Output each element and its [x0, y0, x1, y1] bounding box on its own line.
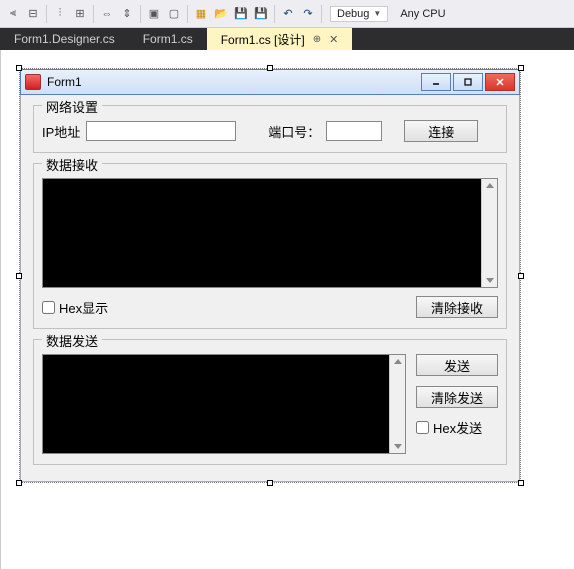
group-receive-legend: 数据接收: [42, 155, 102, 174]
resize-handle[interactable]: [518, 65, 524, 71]
config-debug-dropdown[interactable]: Debug ▼: [330, 6, 388, 22]
send-button[interactable]: 发送: [416, 354, 498, 376]
pin-icon[interactable]: ⊕: [313, 34, 321, 45]
clear-receive-button[interactable]: 清除接收: [416, 296, 498, 318]
group-network-legend: 网络设置: [42, 97, 102, 116]
group-network: 网络设置 IP地址 端口号： 连接: [33, 105, 507, 153]
clear-send-button[interactable]: 清除发送: [416, 386, 498, 408]
hex-send-label: Hex发送: [433, 418, 482, 437]
resize-handle[interactable]: [267, 480, 273, 486]
tab-designer-cs[interactable]: Form1.Designer.cs: [0, 28, 129, 50]
tab-label: Form1.Designer.cs: [14, 32, 115, 46]
connect-button[interactable]: 连接: [404, 120, 478, 142]
form-title: Form1: [47, 75, 419, 89]
send-textbox[interactable]: [42, 354, 406, 454]
form-icon: [25, 74, 41, 90]
config-cpu-dropdown[interactable]: Any CPU: [394, 7, 451, 21]
new-item-icon[interactable]: ▦: [192, 5, 210, 23]
hex-send-checkbox[interactable]: Hex发送: [416, 418, 498, 437]
bring-front-icon[interactable]: ▣: [145, 5, 163, 23]
size-width-icon[interactable]: ⇔: [98, 5, 116, 23]
resize-handle[interactable]: [518, 480, 524, 486]
hex-send-input[interactable]: [416, 421, 429, 434]
maximize-button[interactable]: [453, 73, 483, 91]
form-window[interactable]: Form1 网络设置 IP地址 端口号： 连接: [19, 68, 521, 483]
scrollbar[interactable]: [481, 179, 497, 287]
close-icon[interactable]: ✕: [329, 33, 338, 46]
ide-toolbar: ⫷ ⊟ ⫶ ⊞ ⇔ ⇕ ▣ ▢ ▦ 📂 💾 💾 ↶ ↷ Debug ▼ Any …: [0, 0, 574, 28]
form-body: 网络设置 IP地址 端口号： 连接 数据接收: [20, 95, 520, 482]
tab-label: Form1.cs: [143, 32, 193, 46]
ip-label: IP地址: [42, 122, 80, 141]
tab-label: Form1.cs [设计]: [221, 31, 305, 48]
form-titlebar: Form1: [20, 69, 520, 95]
tab-form-cs[interactable]: Form1.cs: [129, 28, 207, 50]
align-center-icon[interactable]: ⊟: [24, 5, 42, 23]
ip-input[interactable]: [86, 121, 236, 141]
align-left-icon[interactable]: ⫷: [4, 5, 22, 23]
resize-handle[interactable]: [267, 65, 273, 71]
undo-icon[interactable]: ↶: [279, 5, 297, 23]
port-input[interactable]: [326, 121, 382, 141]
scrollbar[interactable]: [389, 355, 405, 453]
group-receive: 数据接收 Hex显示 清除接收: [33, 163, 507, 329]
port-label: 端口号：: [268, 122, 320, 141]
close-button[interactable]: [485, 73, 515, 91]
resize-handle[interactable]: [16, 480, 22, 486]
document-tabstrip: Form1.Designer.cs Form1.cs Form1.cs [设计]…: [0, 28, 574, 50]
redo-icon[interactable]: ↷: [299, 5, 317, 23]
open-icon[interactable]: 📂: [212, 5, 230, 23]
chevron-down-icon: ▼: [373, 9, 381, 18]
group-send: 数据发送 发送 清除发送 Hex发送: [33, 339, 507, 465]
hex-display-label: Hex显示: [59, 298, 108, 317]
send-back-icon[interactable]: ▢: [165, 5, 183, 23]
align-middle-icon[interactable]: ⊞: [71, 5, 89, 23]
config-cpu-label: Any CPU: [400, 8, 445, 20]
resize-handle[interactable]: [518, 273, 524, 279]
minimize-button[interactable]: [421, 73, 451, 91]
hex-display-input[interactable]: [42, 301, 55, 314]
group-send-legend: 数据发送: [42, 331, 102, 350]
tab-form-design[interactable]: Form1.cs [设计] ⊕ ✕: [207, 28, 353, 50]
resize-handle[interactable]: [16, 273, 22, 279]
size-height-icon[interactable]: ⇕: [118, 5, 136, 23]
designer-surface[interactable]: Form1 网络设置 IP地址 端口号： 连接: [0, 50, 574, 569]
save-icon[interactable]: 💾: [232, 5, 250, 23]
align-top-icon[interactable]: ⫶: [51, 5, 69, 23]
resize-handle[interactable]: [16, 65, 22, 71]
receive-textbox[interactable]: [42, 178, 498, 288]
save-all-icon[interactable]: 💾: [252, 5, 270, 23]
hex-display-checkbox[interactable]: Hex显示: [42, 298, 108, 317]
config-debug-label: Debug: [337, 8, 369, 20]
